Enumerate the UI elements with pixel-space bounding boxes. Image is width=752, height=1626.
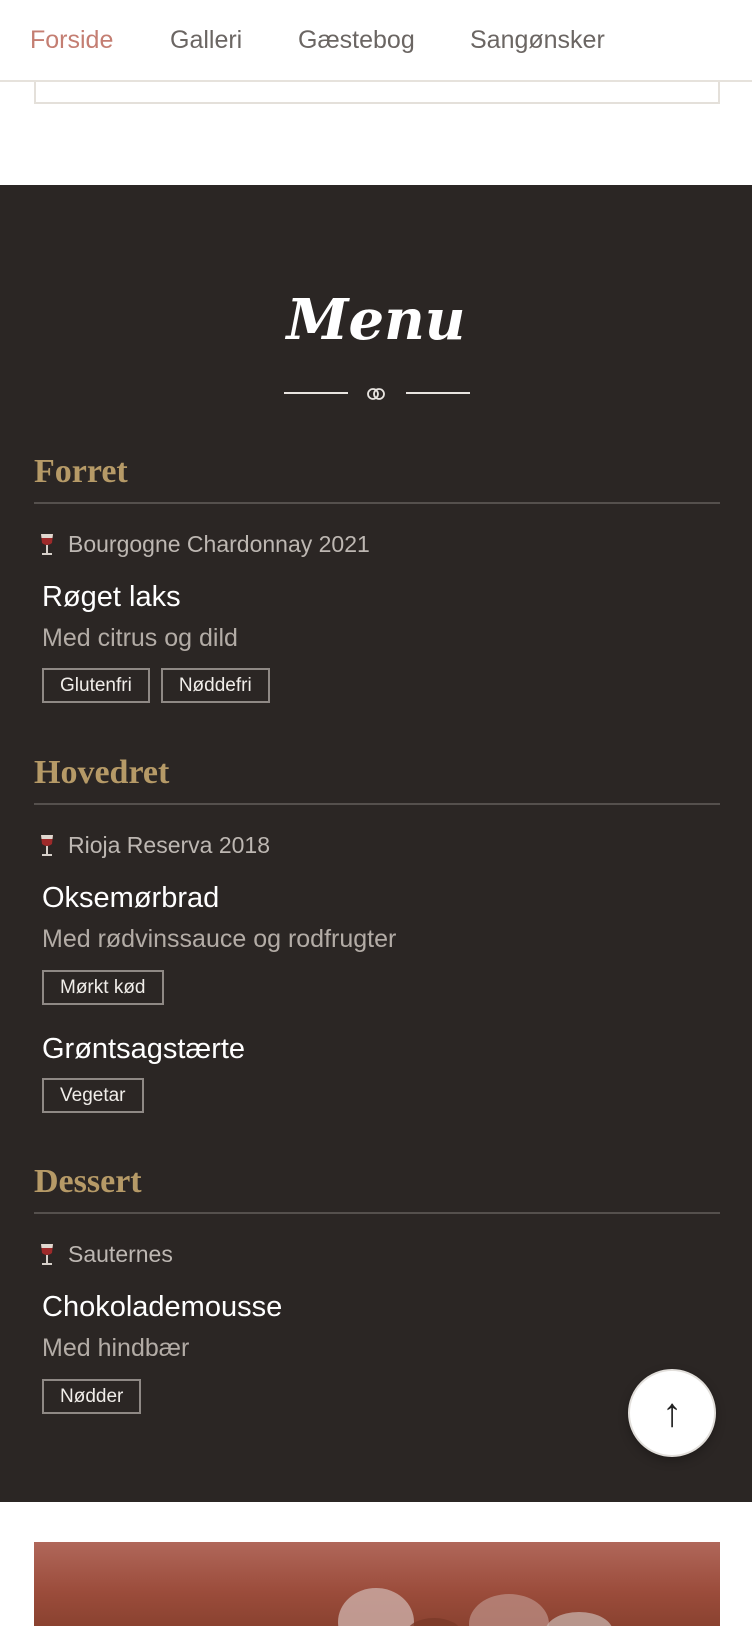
divider-line-right [406, 392, 470, 394]
menu-section: Menu Forret Bourgogne Chardonnay 2021 Rø… [0, 185, 752, 1502]
wine-glass-icon [41, 1243, 53, 1265]
dish-description: Med hindbær [42, 1334, 190, 1362]
course-title-hovedret: Hovedret [34, 754, 170, 791]
balloons-illustration [338, 1588, 612, 1626]
dish-tag: Glutenfri [42, 668, 150, 703]
dish-tag: Mørkt kød [42, 970, 164, 1005]
wine-glass-icon [41, 533, 53, 555]
previous-section-box [34, 82, 720, 104]
dish-name: Oksemørbrad [42, 882, 220, 914]
arrow-up-icon: ↑ [662, 1390, 682, 1435]
wine-pairing: Sauternes [36, 1241, 173, 1268]
dish-tag: Vegetar [42, 1078, 144, 1113]
nav-link-gaestebog[interactable]: Gæstebog [298, 26, 415, 55]
wine-name: Bourgogne Chardonnay 2021 [68, 531, 370, 557]
course-title-forret: Forret [34, 453, 128, 490]
decorative-photo [34, 1542, 720, 1626]
dish-tag: Nødder [42, 1379, 142, 1414]
wine-pairing: Rioja Reserva 2018 [36, 832, 270, 859]
dish-description: Med rødvinssauce og rodfrugter [42, 925, 397, 953]
top-navigation: Forside Galleri Gæstebog Sangønsker [0, 0, 752, 82]
dish-tags: Mørkt kød [42, 970, 175, 1005]
dish-name: Grøntsagstærte [42, 1033, 246, 1065]
dish-tags: Vegetar [42, 1078, 155, 1113]
dish-name: Chokolademousse [42, 1291, 283, 1323]
dish-tags: Glutenfri Nøddefri [42, 668, 281, 703]
nav-link-galleri[interactable]: Galleri [170, 26, 242, 55]
dish-name: Røget laks [42, 581, 181, 613]
scroll-to-top-button[interactable]: ↑ [628, 1369, 716, 1457]
wine-pairing: Bourgogne Chardonnay 2021 [36, 531, 370, 558]
course-divider [34, 1212, 720, 1214]
menu-title: Menu [286, 287, 466, 353]
nav-link-sangonsker[interactable]: Sangønsker [470, 26, 605, 55]
wine-glass-icon [41, 834, 53, 856]
dish-tag: Nøddefri [160, 668, 270, 703]
course-divider [34, 502, 720, 504]
nav-link-forside[interactable]: Forside [30, 26, 113, 55]
divider-line-left [284, 392, 348, 394]
wedding-rings-icon [367, 388, 385, 400]
course-divider [34, 803, 720, 805]
course-title-dessert: Dessert [34, 1163, 142, 1200]
dish-tags: Nødder [42, 1379, 152, 1414]
wine-name: Rioja Reserva 2018 [68, 832, 271, 858]
dish-description: Med citrus og dild [42, 624, 238, 652]
wine-name: Sauternes [68, 1241, 173, 1267]
